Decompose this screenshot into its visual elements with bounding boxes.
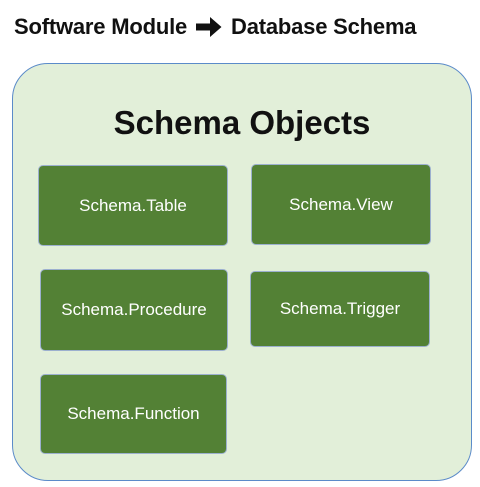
schema-function-box: Schema.Function: [40, 374, 227, 454]
header-source-label: Software Module: [14, 14, 188, 39]
schema-table-label: Schema.Table: [79, 195, 187, 215]
header-target-label: Database Schema: [231, 14, 417, 39]
schema-function-label: Schema.Function: [67, 404, 200, 423]
right-arrow-icon: [196, 16, 222, 38]
schema-trigger-box: Schema.Trigger: [250, 271, 430, 347]
diagram-header: Software Module Database Schema: [14, 10, 417, 44]
schema-view-label: Schema.View: [289, 194, 393, 214]
schema-table-box: Schema.Table: [38, 165, 228, 246]
schema-view-box: Schema.View: [251, 164, 431, 245]
container-title: Schema Objects: [113, 104, 371, 141]
schema-procedure-box: Schema.Procedure: [40, 269, 228, 351]
schema-trigger-label: Schema.Trigger: [279, 299, 401, 318]
schema-procedure-label: Schema.Procedure: [61, 300, 207, 319]
